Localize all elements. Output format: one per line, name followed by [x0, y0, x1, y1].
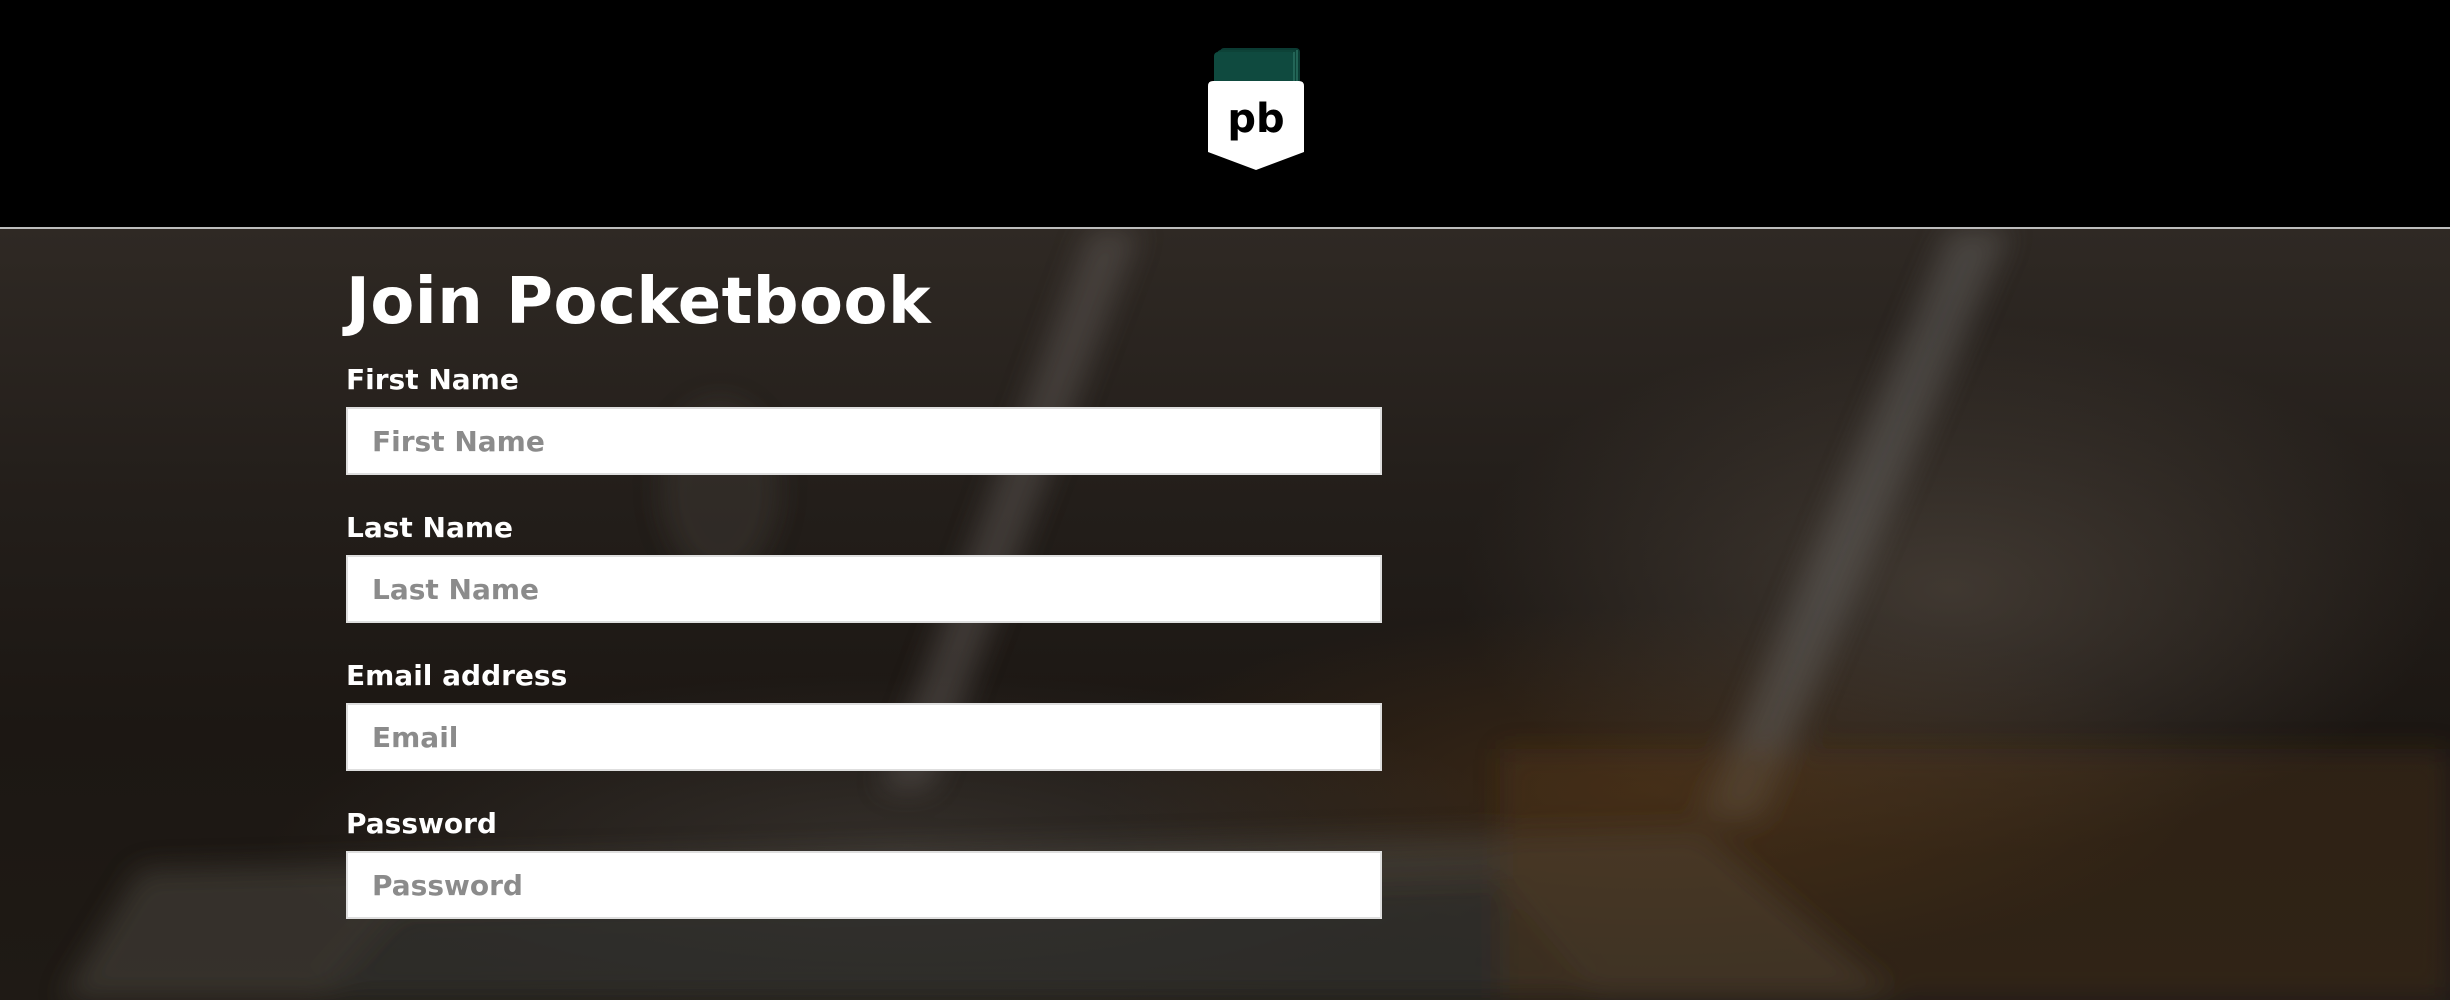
- logo-letters: pb: [1227, 96, 1284, 142]
- pocketbook-logo-icon: pb: [1208, 48, 1304, 170]
- email-input[interactable]: [346, 703, 1382, 771]
- site-header: pb: [0, 0, 2450, 229]
- password-label: Password: [346, 807, 497, 840]
- first-name-label: First Name: [346, 363, 519, 396]
- password-input[interactable]: [346, 851, 1382, 919]
- email-label: Email address: [346, 659, 568, 692]
- pocketbook-logo[interactable]: pb: [1206, 48, 1306, 173]
- last-name-label: Last Name: [346, 511, 514, 544]
- signup-section: Join Pocketbook First Name Last Name Ema…: [0, 229, 2450, 1000]
- page-title: Join Pocketbook: [346, 265, 932, 339]
- first-name-input[interactable]: [346, 407, 1382, 475]
- last-name-input[interactable]: [346, 555, 1382, 623]
